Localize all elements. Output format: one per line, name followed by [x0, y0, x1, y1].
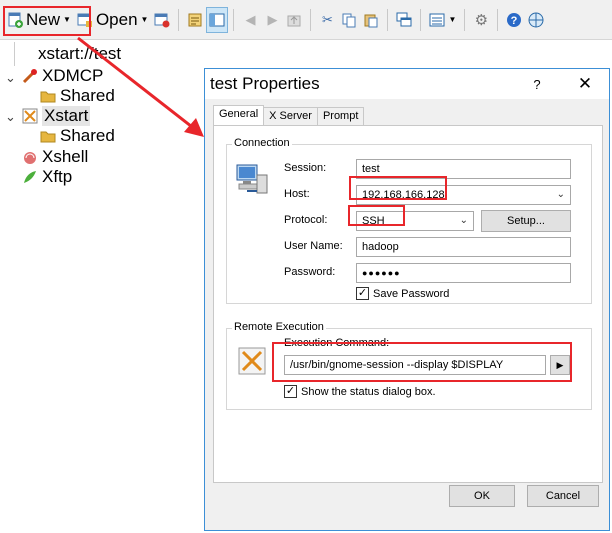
- connection-group-title: Connection: [232, 137, 292, 149]
- connection-group: Connection Session: test Host: 192.168.1…: [226, 137, 592, 304]
- dialog-help-button[interactable]: ?: [513, 77, 561, 92]
- execution-command-label: Execution Command:: [284, 337, 390, 349]
- dialog-titlebar: test Properties ? ✕: [205, 69, 609, 99]
- tab-general[interactable]: General: [213, 105, 265, 125]
- general-tab-panel: Connection Session: test Host: 192.168.1…: [213, 125, 603, 483]
- protocol-select[interactable]: SSH ⌄: [356, 211, 474, 231]
- host-value: 192.168.166.128: [362, 189, 445, 201]
- password-field[interactable]: ●●●●●●: [356, 263, 571, 283]
- host-label: Host:: [284, 188, 310, 200]
- password-label: Password:: [284, 266, 336, 278]
- chevron-down-icon[interactable]: ⌄: [557, 186, 565, 204]
- cancel-button[interactable]: Cancel: [527, 485, 599, 507]
- dialog-close-button[interactable]: ✕: [561, 74, 609, 94]
- chevron-down-icon[interactable]: ⌄: [460, 212, 468, 230]
- remote-execution-group: Remote Execution Execution Command: /usr…: [226, 321, 592, 410]
- protocol-value: SSH: [362, 215, 385, 227]
- tab-prompt[interactable]: Prompt: [316, 107, 365, 125]
- username-field[interactable]: hadoop: [356, 237, 571, 257]
- show-status-checkbox[interactable]: ✓: [284, 385, 297, 398]
- xstart-icon: [238, 347, 266, 375]
- protocol-label: Protocol:: [284, 214, 328, 226]
- setup-button[interactable]: Setup...: [481, 210, 571, 232]
- computer-network-icon: [236, 164, 268, 194]
- session-name-field[interactable]: test: [356, 159, 571, 179]
- execution-command-field[interactable]: /usr/bin/gnome-session --display $DISPLA…: [284, 355, 546, 375]
- remote-execution-group-title: Remote Execution: [232, 321, 326, 333]
- command-menu-button[interactable]: ▶: [550, 355, 570, 375]
- ok-button[interactable]: OK: [449, 485, 515, 507]
- session-label: Session:: [284, 162, 327, 174]
- play-arrow-icon: ▶: [556, 360, 564, 370]
- properties-dialog: test Properties ? ✕ General X Server Pro…: [204, 68, 610, 531]
- tab-x-server[interactable]: X Server: [263, 107, 318, 125]
- username-label: User Name:: [284, 240, 343, 252]
- dialog-tabs: General X Server Prompt: [213, 105, 365, 125]
- show-status-label: Show the status dialog box.: [301, 386, 436, 398]
- dialog-title: test Properties: [210, 74, 320, 93]
- save-password-checkbox[interactable]: ✓: [356, 287, 369, 300]
- host-field[interactable]: 192.168.166.128 ⌄: [356, 185, 571, 205]
- save-password-label: Save Password: [373, 288, 450, 300]
